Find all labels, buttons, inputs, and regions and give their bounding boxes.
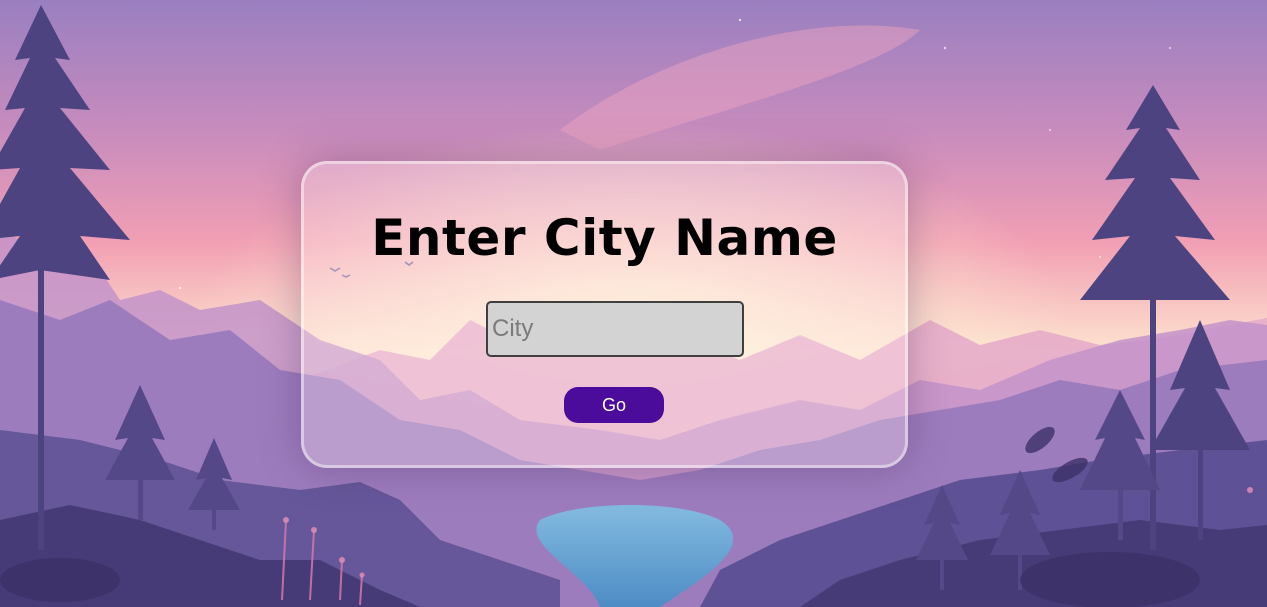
city-search-card: Enter City Name Go	[301, 161, 908, 468]
city-input[interactable]	[486, 301, 744, 357]
go-button[interactable]: Go	[564, 387, 664, 423]
form-title: Enter City Name	[371, 209, 838, 267]
